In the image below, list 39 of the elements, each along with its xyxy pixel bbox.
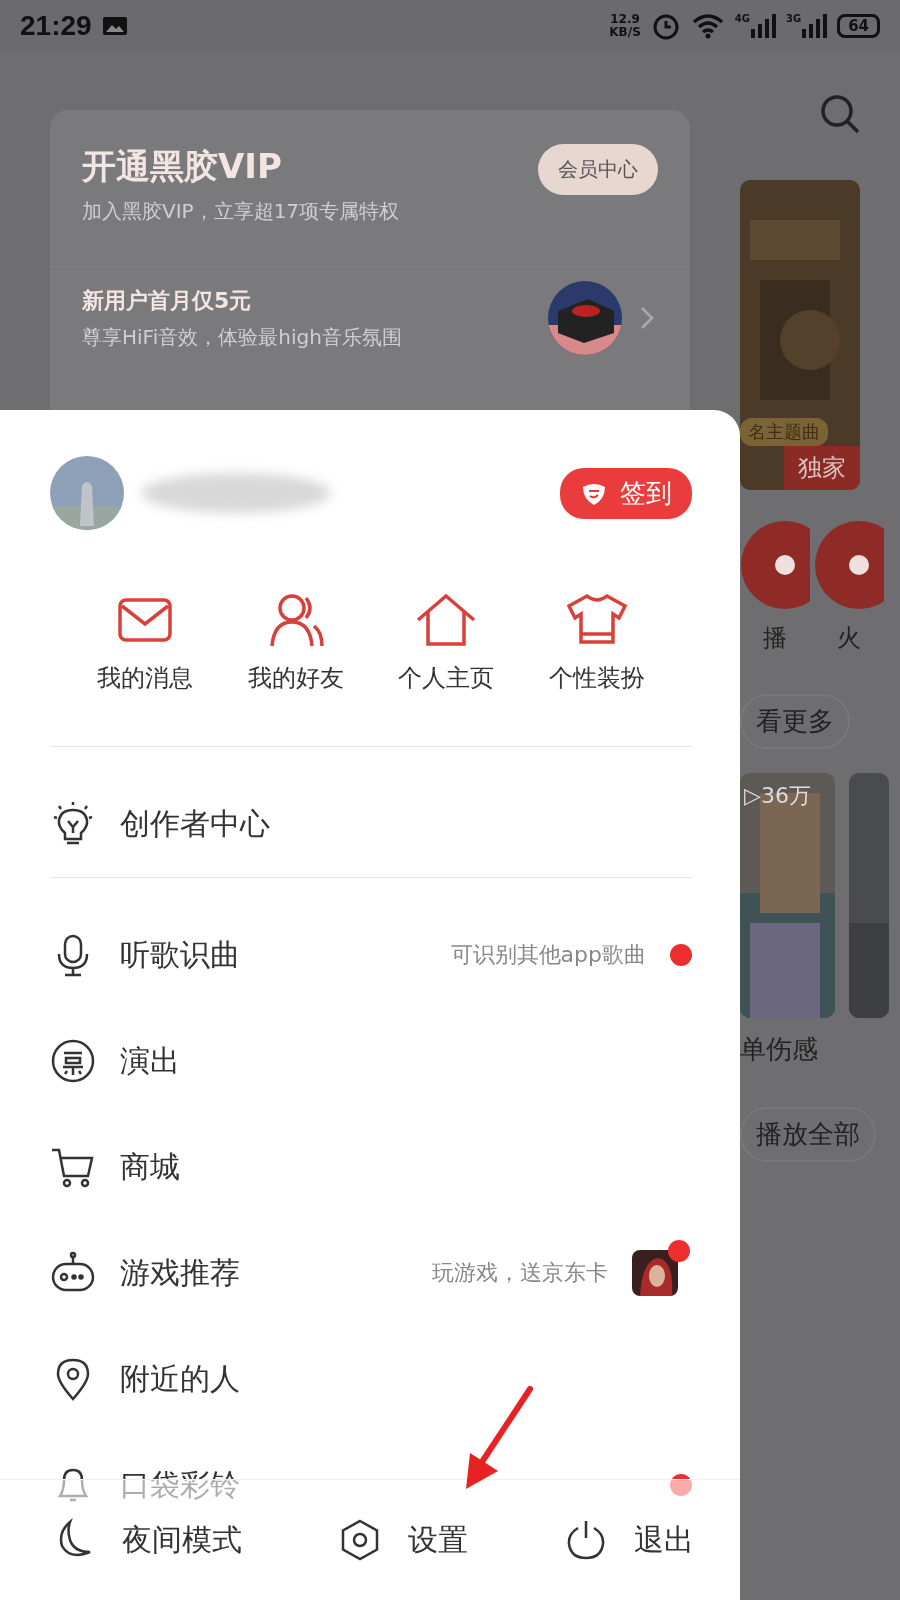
wifi-icon: [690, 12, 725, 40]
network-speed: 12.9 KB/S: [609, 13, 641, 39]
promo-text: 尊享HiFi音效，体验最high音乐氛围: [82, 323, 403, 351]
shortcut-icon[interactable]: [814, 520, 884, 610]
shortcut-label: 火: [837, 623, 861, 654]
checkin-button[interactable]: 签到: [560, 467, 692, 519]
menu-item[interactable]: 商城: [50, 1114, 692, 1220]
menu-item[interactable]: 游戏推荐 玩游戏，送京东卡: [50, 1220, 692, 1326]
battery-level: 64: [837, 14, 880, 38]
search-icon[interactable]: [818, 92, 862, 136]
promo-title: 新用户首月仅5元: [82, 286, 253, 315]
clock-time: 21:29: [20, 10, 92, 42]
quick-link[interactable]: 我的好友: [247, 592, 344, 694]
quick-link[interactable]: 个人主页: [398, 592, 495, 694]
bottom-action[interactable]: 夜间模式: [52, 1518, 242, 1562]
quick-link[interactable]: 我的消息: [97, 592, 194, 694]
menu-item[interactable]: 演出: [50, 1008, 692, 1114]
bottom-action[interactable]: 退出: [564, 1518, 694, 1562]
menu-item[interactable]: 创作者中心: [50, 771, 692, 877]
vip-title: 开通黑胶VIP: [82, 145, 283, 188]
signal-strength: 3G: [785, 13, 828, 39]
menu-item[interactable]: 附近的人: [50, 1326, 692, 1432]
quick-link[interactable]: 个性装扮: [548, 592, 645, 694]
image-icon: [101, 16, 128, 36]
cover-caption: 名主题曲: [740, 418, 828, 446]
bottom-action[interactable]: 设置: [338, 1518, 468, 1562]
shortcut-label: 播: [763, 623, 787, 654]
exclusive-badge: 独家: [784, 446, 860, 490]
chevron-right-icon: [640, 306, 654, 330]
vip-subtitle: 加入黑胶VIP，立享超17项专属特权: [82, 198, 401, 225]
member-center-button[interactable]: 会员中心: [538, 144, 658, 195]
menu-hint: 可识别其他app歌曲: [450, 941, 646, 969]
shortcut-icon[interactable]: [740, 520, 810, 610]
playlist-title: 单伤感: [740, 1033, 818, 1066]
play-count: ▷36万: [744, 782, 811, 810]
menu-item[interactable]: 听歌识曲 可识别其他app歌曲: [50, 902, 692, 1008]
signal-strength: 4G: [734, 13, 776, 39]
ticket-icon: [50, 1038, 96, 1084]
menu-hint: 玩游戏，送京东卡: [432, 1259, 608, 1287]
